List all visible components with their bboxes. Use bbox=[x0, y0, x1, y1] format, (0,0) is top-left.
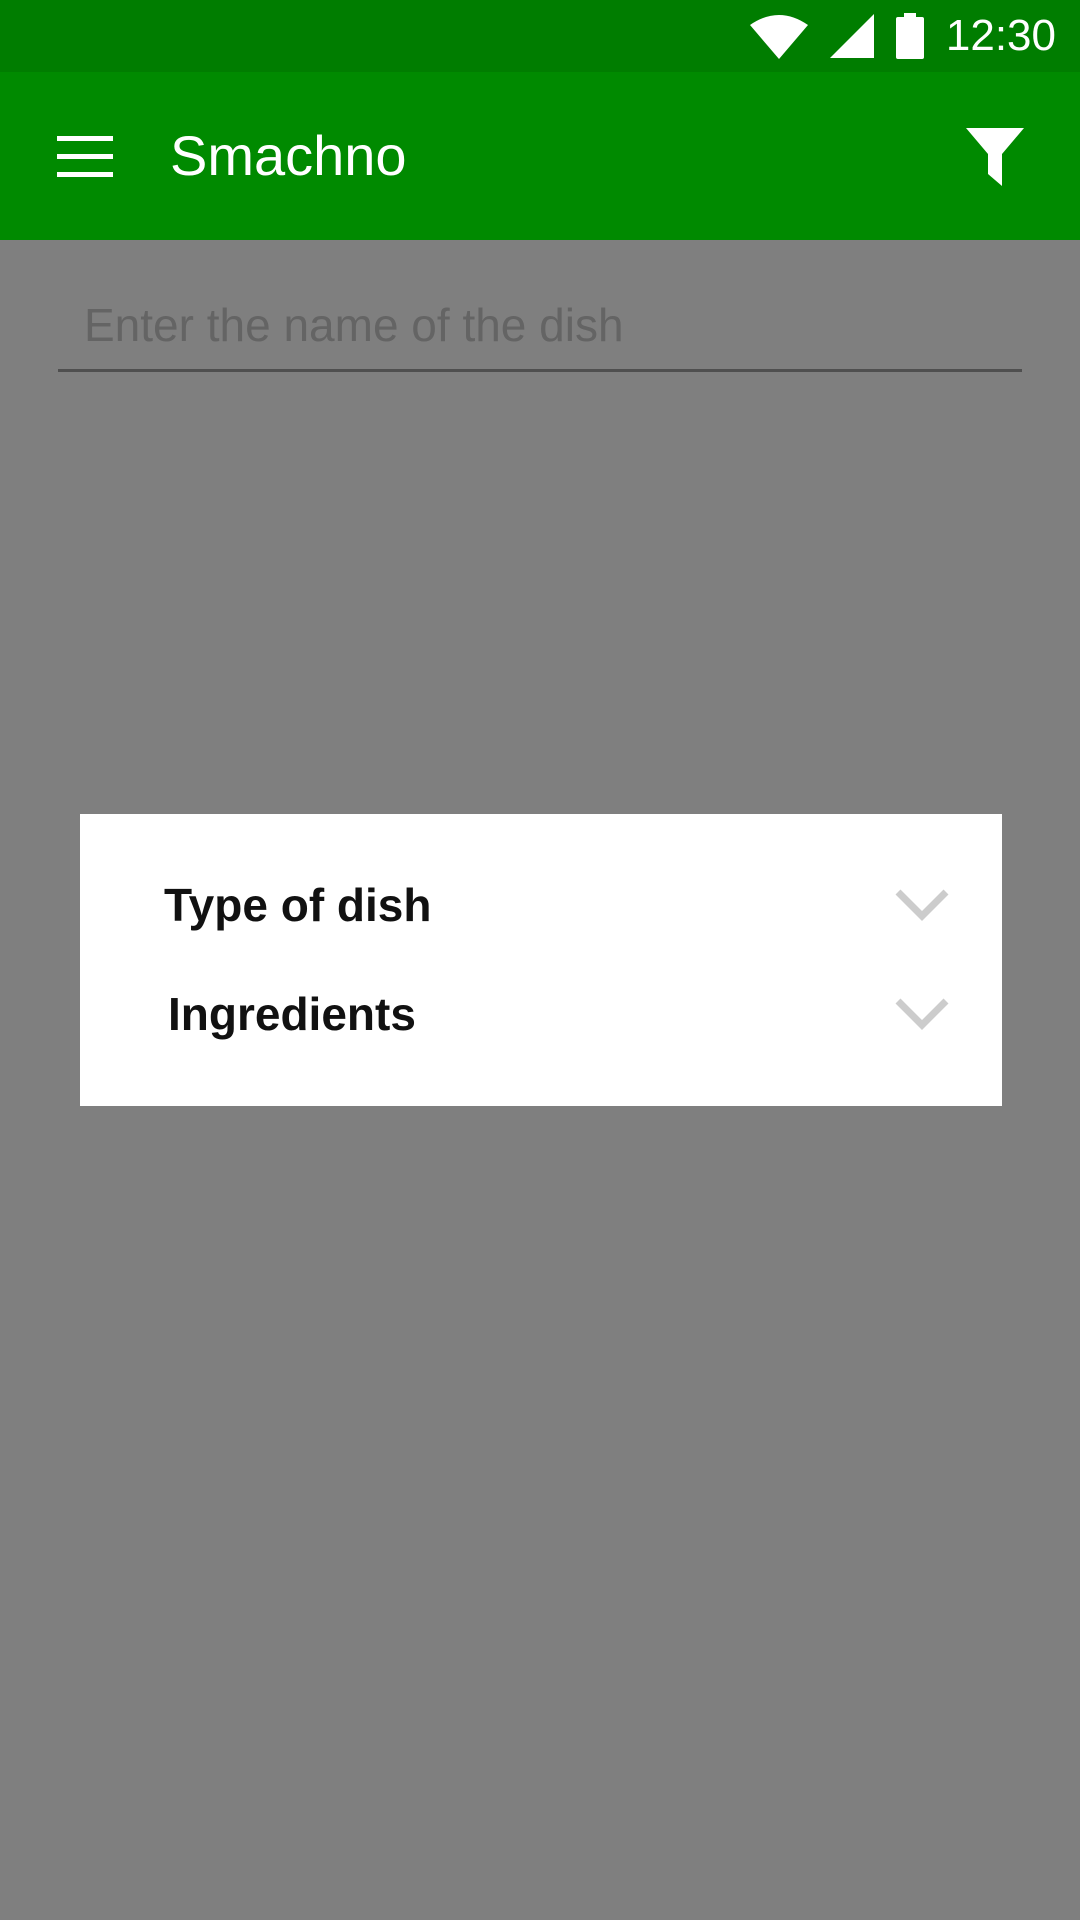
ingredients-label: Ingredients bbox=[168, 988, 416, 1040]
battery-icon bbox=[895, 13, 924, 59]
app-bar: Smachno bbox=[0, 72, 1080, 240]
type-of-dish-label: Type of dish bbox=[164, 879, 432, 931]
wifi-icon bbox=[749, 15, 808, 59]
status-icons: 12:30 bbox=[749, 10, 1056, 62]
filter-icon bbox=[966, 128, 1024, 186]
status-time: 12:30 bbox=[945, 11, 1056, 60]
hamburger-menu-icon bbox=[57, 136, 113, 177]
menu-button[interactable] bbox=[40, 112, 130, 202]
filter-button[interactable] bbox=[950, 112, 1040, 202]
type-of-dish-dropdown[interactable]: Type of dish bbox=[80, 854, 1002, 954]
filter-dialog: Type of dish Ingredients bbox=[80, 814, 1002, 1106]
chevron-down-icon bbox=[895, 889, 949, 921]
cellular-signal-icon bbox=[829, 14, 874, 58]
app-title: Smachno bbox=[170, 124, 407, 187]
ingredients-dropdown[interactable]: Ingredients bbox=[80, 963, 1002, 1063]
status-bar: 12:30 bbox=[0, 0, 1080, 72]
chevron-down-icon bbox=[895, 998, 949, 1030]
